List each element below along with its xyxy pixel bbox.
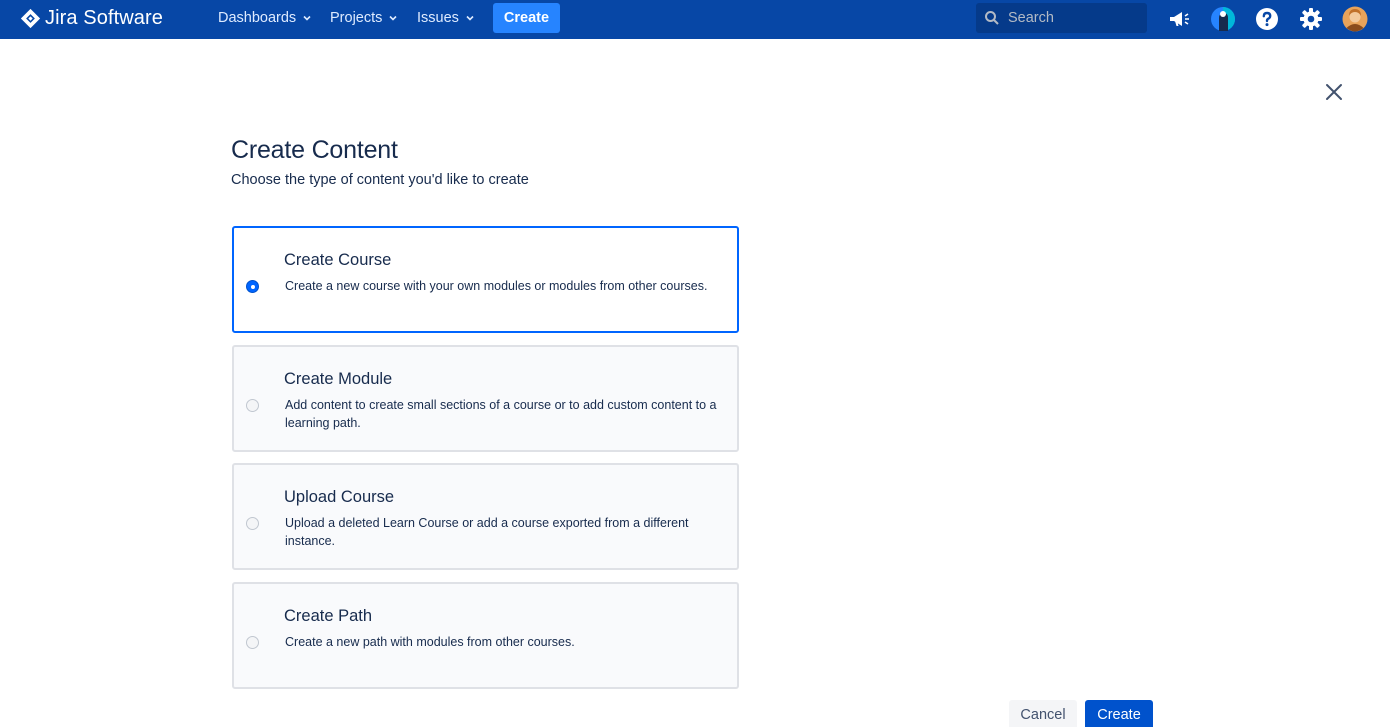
search-input[interactable]: [1008, 10, 1138, 26]
megaphone-icon: [1170, 12, 1189, 26]
app-switcher-button[interactable]: [1209, 5, 1237, 33]
profile-button[interactable]: [1341, 5, 1369, 33]
option-description: Upload a deleted Learn Course or add a c…: [285, 516, 689, 548]
settings-button[interactable]: [1297, 5, 1325, 33]
page-title: Create Content: [231, 136, 398, 164]
close-icon[interactable]: [1322, 80, 1346, 104]
option-create-module[interactable]: Create Module Add content to create smal…: [232, 345, 739, 452]
radio-create-course[interactable]: [246, 280, 259, 293]
option-title: Create Course: [284, 251, 392, 269]
option-description: Create a new path with modules from othe…: [285, 635, 575, 649]
jira-logo[interactable]: Jira Software: [20, 7, 163, 30]
option-description: Create a new course with your own module…: [285, 279, 708, 293]
settings-icon: [1300, 8, 1322, 30]
search-box[interactable]: [976, 3, 1147, 33]
option-create-path[interactable]: Create Path Create a new path with modul…: [232, 582, 739, 689]
global-create-button[interactable]: Create: [493, 3, 560, 33]
nav-issues-label: Issues: [417, 10, 459, 26]
jira-logo-icon: [20, 8, 41, 29]
radio-create-path[interactable]: [246, 636, 259, 649]
radio-create-module[interactable]: [246, 399, 259, 412]
chevron-down-icon: [303, 15, 311, 21]
nav-dashboards-label: Dashboards: [218, 10, 297, 26]
notifications-button[interactable]: [1165, 5, 1193, 33]
search-icon: [985, 11, 999, 25]
chevron-down-icon: [466, 15, 474, 21]
option-upload-course[interactable]: Upload Course Upload a deleted Learn Cou…: [232, 463, 739, 570]
app-switcher-icon: [1211, 7, 1235, 31]
create-button[interactable]: Create: [1085, 700, 1153, 727]
option-title: Create Path: [284, 607, 373, 625]
cancel-button[interactable]: Cancel: [1009, 700, 1077, 727]
help-button[interactable]: [1253, 5, 1281, 33]
radio-upload-course[interactable]: [246, 517, 259, 530]
nav-projects[interactable]: Projects: [330, 10, 398, 26]
nav-projects-label: Projects: [330, 10, 383, 26]
nav-issues[interactable]: Issues: [417, 10, 475, 26]
option-title: Create Module: [284, 370, 393, 388]
option-title: Upload Course: [284, 488, 395, 506]
page-subtitle: Choose the type of content you'd like to…: [231, 172, 529, 188]
nav-dashboards[interactable]: Dashboards: [218, 10, 312, 26]
logo-text: Jira Software: [45, 7, 164, 29]
option-description: Add content to create small sections of …: [285, 398, 717, 430]
avatar: [1342, 6, 1368, 32]
chevron-down-icon: [389, 15, 397, 21]
top-navigation-bar: Jira Software Dashboards Projects Issues…: [0, 0, 1390, 39]
option-create-course[interactable]: Create Course Create a new course with y…: [232, 226, 739, 333]
help-icon: [1256, 8, 1278, 30]
